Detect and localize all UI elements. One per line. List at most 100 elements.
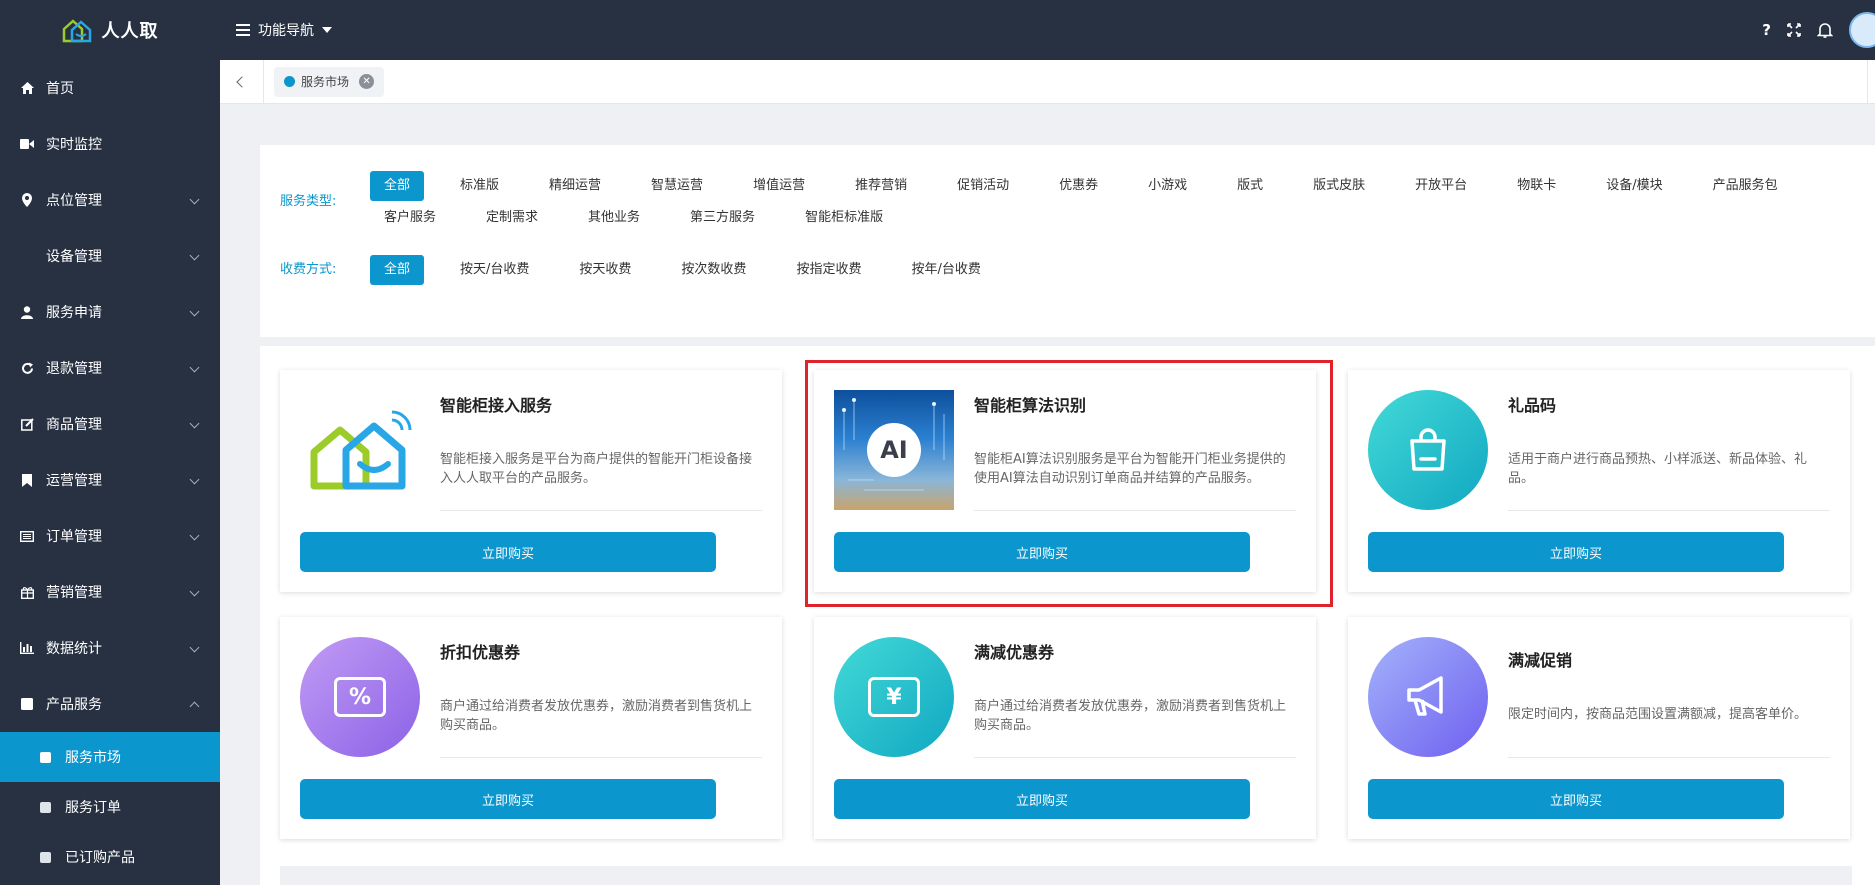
- chevron-down-icon: [189, 250, 200, 261]
- filter-option[interactable]: 智慧运营: [637, 171, 717, 201]
- filter-option[interactable]: 客户服务: [370, 203, 450, 233]
- sidebar-item-label: 已订购产品: [65, 850, 135, 866]
- card-title: 满减促销: [1508, 651, 1573, 670]
- square-icon: [20, 697, 34, 711]
- top-header: 人人取 功能导航 ?: [0, 0, 1875, 60]
- service-type-row: 服务类型: 全部 标准版 精细运营 智慧运营 增值运营 推荐营销 促销活动 优惠…: [280, 171, 1855, 233]
- card-title: 智能柜算法识别: [974, 396, 1087, 415]
- filter-option[interactable]: 开放平台: [1401, 171, 1481, 201]
- bar-chart-icon: [20, 641, 34, 655]
- filter-option[interactable]: 推荐营销: [841, 171, 921, 201]
- buy-now-button[interactable]: 立即购买: [300, 779, 716, 819]
- sidebar-item-device[interactable]: 设备管理: [0, 228, 220, 284]
- filter-option[interactable]: 按天/台收费: [446, 255, 543, 285]
- filter-option[interactable]: 设备/模块: [1592, 171, 1676, 201]
- sidebar-item-label: 商品管理: [46, 417, 102, 433]
- sidebar-item-operation[interactable]: 运营管理: [0, 452, 220, 508]
- brand-name: 人人取: [101, 21, 159, 42]
- sidebar-item-goods[interactable]: 商品管理: [0, 396, 220, 452]
- sidebar-subitem-purchased-products[interactable]: 已订购产品: [0, 832, 220, 882]
- product-card: 满减促销 限定时间内，按商品范围设置满额减，提高客单价。 立即购买: [1348, 617, 1850, 839]
- square-icon: [40, 801, 51, 813]
- ai-chip-image: AI: [834, 390, 954, 510]
- filter-option[interactable]: 全部: [370, 255, 425, 285]
- filter-option[interactable]: 标准版: [446, 171, 513, 201]
- sidebar-item-label: 营销管理: [46, 585, 102, 601]
- card-title: 折扣优惠券: [440, 643, 521, 662]
- filter-option[interactable]: 产品服务包: [1699, 171, 1792, 201]
- home-icon: [20, 81, 34, 95]
- sidebar-item-label: 退款管理: [46, 361, 102, 377]
- filter-option[interactable]: 全部: [370, 171, 425, 201]
- chevron-left-icon: [235, 75, 248, 88]
- buy-now-button[interactable]: 立即购买: [1368, 779, 1784, 819]
- logo-icon: [62, 19, 91, 43]
- coupon-badge: %: [334, 677, 386, 717]
- filter-option[interactable]: 第三方服务: [676, 203, 769, 233]
- service-type-options: 全部 标准版 精细运营 智慧运营 增值运营 推荐营销 促销活动 优惠券 小游戏 …: [370, 171, 1855, 233]
- filter-option[interactable]: 按天收费: [565, 255, 645, 285]
- sidebar-item-home[interactable]: 首页: [0, 60, 220, 116]
- filter-option[interactable]: 其他业务: [574, 203, 654, 233]
- sidebar-subitem-service-market[interactable]: 服务市场: [0, 732, 220, 782]
- buy-now-button[interactable]: 立即购买: [834, 779, 1250, 819]
- filter-option[interactable]: 版式皮肤: [1299, 171, 1379, 201]
- filter-option[interactable]: 促销活动: [943, 171, 1023, 201]
- tab-service-market[interactable]: 服务市场 ✕: [274, 66, 385, 97]
- sidebar-item-location[interactable]: 点位管理: [0, 172, 220, 228]
- help-icon[interactable]: ?: [1762, 21, 1771, 39]
- square-icon: [40, 751, 51, 763]
- chevron-down-icon: [189, 642, 200, 653]
- fee-type-options: 全部 按天/台收费 按天收费 按次数收费 按指定收费 按年/台收费: [370, 255, 1855, 285]
- buy-now-button[interactable]: 立即购买: [300, 532, 716, 572]
- tabs-right-edge: [1867, 59, 1875, 104]
- filter-option[interactable]: 智能柜标准版: [791, 203, 897, 233]
- sidebar-item-product-service[interactable]: 产品服务: [0, 676, 220, 732]
- close-icon[interactable]: ✕: [359, 74, 375, 89]
- sidebar-subitem-service-orders[interactable]: 服务订单: [0, 782, 220, 832]
- sidebar-item-label: 设备管理: [46, 249, 102, 265]
- user-avatar[interactable]: [1849, 12, 1875, 48]
- filter-option[interactable]: 按年/台收费: [897, 255, 994, 285]
- filter-option[interactable]: 精细运营: [535, 171, 615, 201]
- filter-option[interactable]: 物联卡: [1503, 171, 1570, 201]
- filter-option[interactable]: 按次数收费: [667, 255, 760, 285]
- chevron-down-icon: [189, 362, 200, 373]
- card-title: 满减优惠券: [974, 643, 1055, 662]
- shopping-bag-icon: [1368, 390, 1488, 510]
- buy-now-button[interactable]: 立即购买: [1368, 532, 1784, 572]
- brand[interactable]: 人人取: [0, 0, 220, 60]
- filter-option[interactable]: 定制需求: [472, 203, 552, 233]
- tab-label: 服务市场: [301, 75, 350, 89]
- filter-option[interactable]: 增值运营: [739, 171, 819, 201]
- refresh-icon: [20, 361, 34, 375]
- smart-cabinet-house-icon: [300, 390, 420, 510]
- filter-option[interactable]: 版式: [1223, 171, 1277, 201]
- sidebar-item-label: 服务市场: [65, 750, 121, 766]
- menu-icon: [236, 24, 250, 36]
- buy-now-button[interactable]: 立即购买: [834, 532, 1250, 572]
- card-description: 智能柜接入服务是平台为商户提供的智能开门柜设备接入人人取平台的产品服务。: [440, 452, 753, 486]
- filter-option[interactable]: 按指定收费: [782, 255, 875, 285]
- bookmark-icon: [20, 473, 34, 487]
- function-nav-menu[interactable]: 功能导航: [236, 20, 332, 40]
- tabs-scroll-left-button[interactable]: [220, 59, 264, 104]
- fullscreen-icon[interactable]: [1787, 23, 1801, 37]
- video-icon: [20, 137, 34, 151]
- filter-option[interactable]: 小游戏: [1134, 171, 1201, 201]
- card-description: 商户通过给消费者发放优惠券，激励消费者到售货机上购买商品。: [974, 699, 1287, 733]
- card-description: 限定时间内，按商品范围设置满额减，提高客单价。: [1508, 707, 1808, 722]
- sidebar-item-marketing[interactable]: 营销管理: [0, 564, 220, 620]
- chevron-down-icon: [189, 474, 200, 485]
- caret-down-icon: [322, 27, 332, 33]
- bell-icon[interactable]: [1817, 22, 1833, 39]
- filter-option[interactable]: 优惠券: [1045, 171, 1112, 201]
- product-card: 智能柜接入服务 智能柜接入服务是平台为商户提供的智能开门柜设备接入人人取平台的产…: [280, 370, 782, 592]
- sidebar-item-orders[interactable]: 订单管理: [0, 508, 220, 564]
- sidebar-item-monitor[interactable]: 实时监控: [0, 116, 220, 172]
- card-description: 智能柜AI算法识别服务是平台为智能开门柜业务提供的使用AI算法自动识别订单商品并…: [974, 452, 1286, 486]
- sidebar-item-refund[interactable]: 退款管理: [0, 340, 220, 396]
- product-card: ¥ 满减优惠券 商户通过给消费者发放优惠券，激励消费者到售货机上购买商品。 立即…: [814, 617, 1316, 839]
- sidebar-item-statistics[interactable]: 数据统计: [0, 620, 220, 676]
- sidebar-item-service-apply[interactable]: 服务申请: [0, 284, 220, 340]
